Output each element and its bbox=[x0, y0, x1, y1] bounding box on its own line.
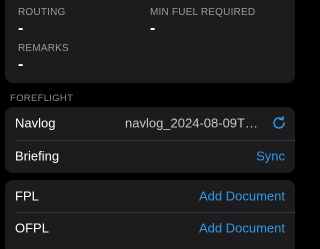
ofpl-label: OFPL bbox=[15, 220, 49, 236]
routing-label: ROUTING bbox=[18, 7, 66, 18]
sync-button[interactable]: Sync bbox=[256, 149, 285, 164]
foreflight-section-header: FOREFLIGHT bbox=[10, 93, 74, 104]
navlog-label: Navlog bbox=[15, 115, 56, 131]
min-fuel-label: MIN FUEL REQUIRED bbox=[150, 7, 256, 18]
remarks-value: - bbox=[18, 56, 24, 73]
min-fuel-value: - bbox=[150, 20, 156, 37]
briefing-label: Briefing bbox=[15, 148, 60, 164]
flight-details-page: ROUTING - MIN FUEL REQUIRED - REMARKS - … bbox=[0, 0, 300, 249]
flight-summary-card: ROUTING - MIN FUEL REQUIRED - REMARKS - bbox=[5, 0, 295, 83]
ofpl-add-document-button[interactable]: Add Document bbox=[199, 221, 285, 236]
briefing-row: Briefing Sync bbox=[5, 140, 295, 172]
documents-card: FPL Add Document OFPL Add Document bbox=[5, 180, 295, 249]
remarks-label: REMARKS bbox=[18, 43, 69, 54]
navlog-file-name[interactable]: navlog_2024-08-09T07... bbox=[125, 116, 265, 131]
fpl-add-document-button[interactable]: Add Document bbox=[199, 189, 285, 204]
fpl-row: FPL Add Document bbox=[5, 180, 295, 212]
ofpl-row: OFPL Add Document bbox=[5, 212, 295, 244]
foreflight-card: Navlog navlog_2024-08-09T07... Briefing … bbox=[5, 107, 295, 173]
navlog-row[interactable]: Navlog navlog_2024-08-09T07... bbox=[5, 107, 295, 139]
fpl-label: FPL bbox=[15, 188, 39, 204]
refresh-icon[interactable] bbox=[271, 115, 287, 131]
routing-value: - bbox=[18, 20, 24, 37]
